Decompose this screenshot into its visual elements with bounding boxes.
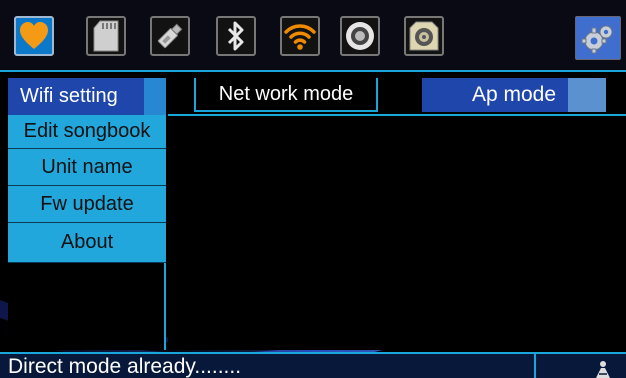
- ap-mode-label: Ap mode: [471, 83, 557, 106]
- net-work-mode-option[interactable]: Net work mode: [194, 78, 378, 112]
- menu-item-label: Unit name: [41, 155, 133, 178]
- ap-mode-option[interactable]: Ap mode: [422, 78, 606, 112]
- net-work-mode-label: Net work mode: [218, 82, 354, 105]
- wifi-settings-panel: Net work mode Ap mode: [168, 78, 626, 350]
- selection-highlight: [144, 78, 166, 115]
- menu-item-label: About: [60, 231, 114, 253]
- menu-item-unit-name[interactable]: Unit name: [8, 149, 166, 186]
- usb-button[interactable]: [150, 16, 190, 56]
- sd-card-icon: [93, 20, 119, 52]
- menu-item-label: Fw update: [40, 192, 134, 215]
- selection-highlight: [568, 78, 606, 112]
- usb-drive-icon: [157, 23, 183, 49]
- subwoofer-button[interactable]: [404, 16, 444, 56]
- menu-item-label: Wifi setting: [20, 85, 118, 107]
- settings-button[interactable]: [575, 16, 621, 60]
- settings-gear-icon: [581, 25, 613, 54]
- menu-item-fw-update[interactable]: Fw update: [8, 186, 166, 223]
- wifi-icon: [284, 24, 316, 50]
- settings-menu: Wifi setting Edit songbook Unit name Fw …: [8, 78, 166, 350]
- speaker-icon: [346, 22, 374, 50]
- user-icon[interactable]: [594, 360, 612, 378]
- status-message: Direct mode already........: [8, 355, 242, 378]
- speaker-button[interactable]: [340, 16, 380, 56]
- menu-item-label: Edit songbook: [23, 120, 151, 142]
- menu-item-about[interactable]: About: [8, 223, 166, 263]
- menu-item-edit-songbook[interactable]: Edit songbook: [8, 115, 166, 149]
- divider: [534, 354, 536, 378]
- menu-item-wifi-setting[interactable]: Wifi setting: [8, 78, 166, 115]
- device-screen: Wifi setting Edit songbook Unit name Fw …: [0, 0, 626, 378]
- sd-card-button[interactable]: [86, 16, 126, 56]
- bluetooth-icon: [227, 21, 244, 51]
- divider: [168, 114, 626, 116]
- status-bar: Direct mode already........: [0, 352, 626, 378]
- heart-icon: [20, 22, 48, 49]
- top-toolbar: [0, 0, 626, 72]
- bluetooth-button[interactable]: [216, 16, 256, 56]
- wifi-button[interactable]: [280, 16, 320, 56]
- favorite-button[interactable]: [14, 16, 54, 56]
- subwoofer-icon: [409, 21, 439, 51]
